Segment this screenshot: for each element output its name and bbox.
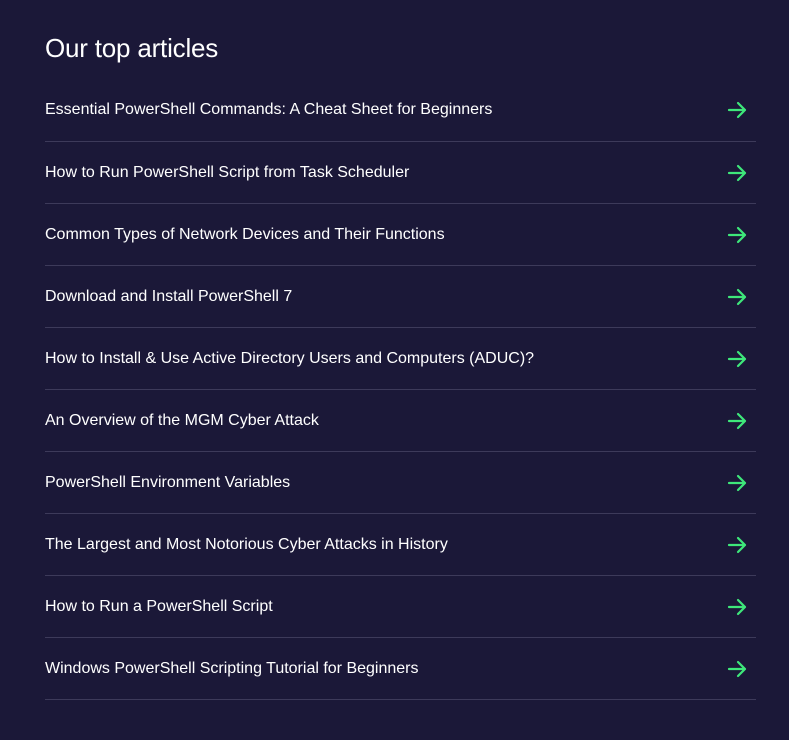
article-link-8[interactable]: The Largest and Most Notorious Cyber Att… [45,514,756,576]
article-title: Essential PowerShell Commands: A Cheat S… [45,101,493,118]
article-title: An Overview of the MGM Cyber Attack [45,411,319,429]
article-title: How to Run a PowerShell Script [45,597,273,615]
article-title: Download and Install PowerShell 7 [45,287,293,305]
top-articles-panel: Our top articles Essential PowerShell Co… [0,0,789,740]
article-link-1[interactable]: Essential PowerShell Commands: A Cheat S… [45,79,756,142]
arrow-right-icon [726,224,748,246]
article-link-10[interactable]: Windows PowerShell Scripting Tutorial fo… [45,638,756,700]
arrow-right-icon [726,410,748,432]
arrow-right-icon [726,99,748,121]
article-title: Windows PowerShell Scripting Tutorial fo… [45,659,419,677]
article-title: PowerShell Environment Variables [45,473,291,491]
arrow-right-icon [726,596,748,618]
article-list: Essential PowerShell Commands: A Cheat S… [45,79,756,700]
article-title: How to Install & Use Active Directory Us… [45,349,535,367]
article-link-4[interactable]: Download and Install PowerShell 7 [45,266,756,328]
article-link-9[interactable]: How to Run a PowerShell Script [45,576,756,638]
arrow-right-icon [726,348,748,370]
arrow-right-icon [726,658,748,680]
arrow-right-icon [726,286,748,308]
article-title: Common Types of Network Devices and Thei… [45,225,445,243]
arrow-right-icon [726,162,748,184]
article-link-3[interactable]: Common Types of Network Devices and Thei… [45,204,756,266]
article-title: How to Run PowerShell Script from Task S… [45,163,410,181]
article-link-2[interactable]: How to Run PowerShell Script from Task S… [45,142,756,204]
article-title: The Largest and Most Notorious Cyber Att… [45,535,448,553]
article-link-5[interactable]: How to Install & Use Active Directory Us… [45,328,756,390]
article-link-6[interactable]: An Overview of the MGM Cyber Attack [45,390,756,452]
section-title: Our top articles [45,33,219,63]
arrow-right-icon [726,534,748,556]
article-link-7[interactable]: PowerShell Environment Variables [45,452,756,514]
arrow-right-icon [726,472,748,494]
